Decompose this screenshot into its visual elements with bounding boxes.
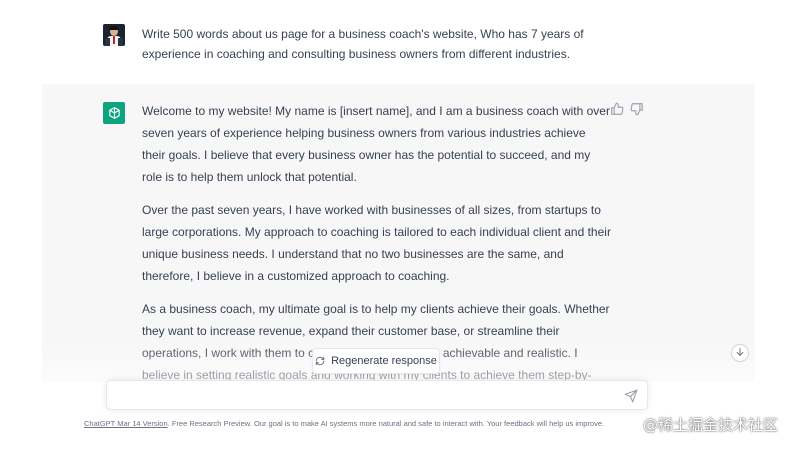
assistant-paragraph-2: Over the past seven years, I have worked… (142, 203, 611, 283)
user-avatar (103, 24, 125, 46)
thumbs-down-icon[interactable] (630, 102, 644, 116)
watermark-text: @稀土掘金技术社区 (643, 416, 779, 434)
scroll-down-icon (735, 344, 745, 362)
send-icon[interactable] (624, 389, 638, 403)
regenerate-label: Regenerate response (331, 355, 437, 367)
regenerate-icon (315, 356, 325, 366)
footer-notice: ChatGPT Mar 14 Version. Free Research Pr… (84, 419, 684, 428)
thumbs-up-icon[interactable] (610, 102, 624, 116)
scroll-to-bottom-button[interactable] (731, 344, 749, 362)
assistant-paragraph-1: Welcome to my website! My name is [inser… (142, 104, 610, 184)
message-input-container (106, 380, 648, 410)
user-message-text: Write 500 words about us page for a busi… (142, 27, 584, 61)
assistant-message-row: Welcome to my website! My name is [inser… (42, 84, 755, 382)
feedback-buttons (610, 102, 644, 116)
regenerate-response-button[interactable]: Regenerate response (312, 348, 440, 374)
message-input[interactable] (117, 387, 617, 405)
footer-text: . Free Research Preview. Our goal is to … (167, 419, 605, 428)
user-message-row: Write 500 words about us page for a busi… (0, 0, 800, 84)
assistant-message-text: Welcome to my website! My name is [inser… (142, 100, 612, 382)
openai-logo-icon (103, 102, 125, 124)
version-link[interactable]: ChatGPT Mar 14 Version (84, 419, 168, 428)
